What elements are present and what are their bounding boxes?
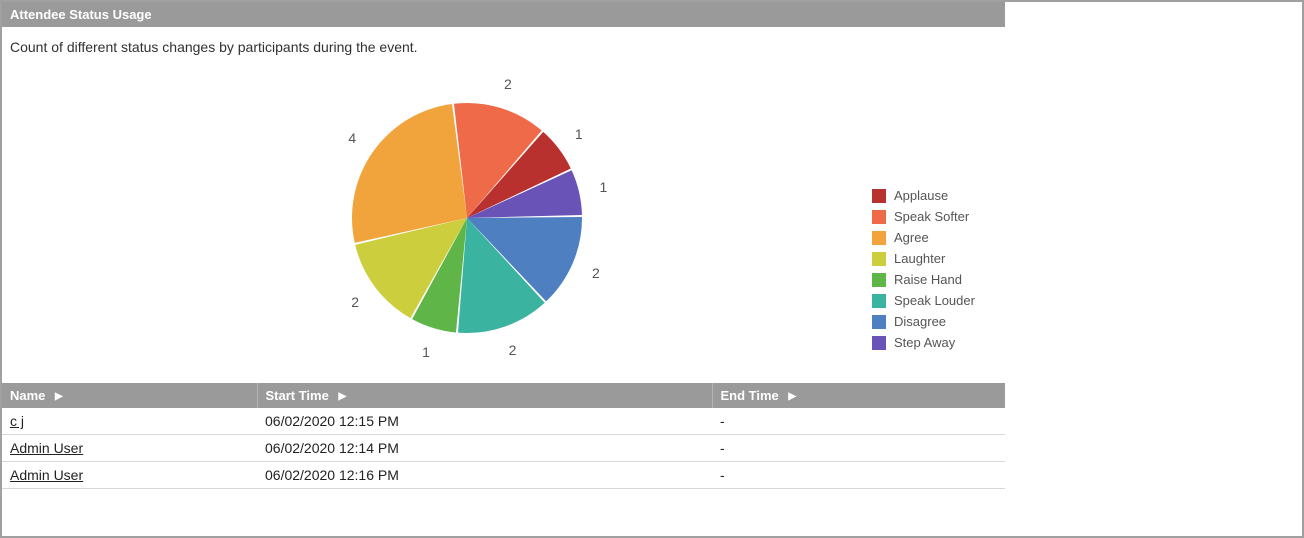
attendee-name-link[interactable]: Admin User [10,440,83,456]
legend-swatch-icon [872,231,886,245]
legend-swatch-icon [872,294,886,308]
legend-label: Disagree [894,314,946,329]
col-start-time[interactable]: Start Time ▶ [257,383,712,408]
pie-slice-label: 1 [575,126,583,142]
end-time-cell: - [712,408,1005,435]
pie-slice [454,103,542,218]
col-name[interactable]: Name ▶ [2,383,257,408]
pie-slice-label: 4 [348,130,356,146]
legend-swatch-icon [872,336,886,350]
legend-label: Laughter [894,251,945,266]
legend-swatch-icon [872,273,886,287]
end-time-cell: - [712,462,1005,489]
legend-label: Step Away [894,335,955,350]
legend-item: Speak Louder [872,293,975,308]
legend-item: Laughter [872,251,975,266]
legend-item: Speak Softer [872,209,975,224]
end-time-cell: - [712,435,1005,462]
pie-slice-label: 2 [509,342,517,358]
legend-label: Speak Louder [894,293,975,308]
table-row: Admin User 06/02/2020 12:14 PM- [2,435,1005,462]
start-time-cell: 06/02/2020 12:14 PM [257,435,712,462]
legend-item: Applause [872,188,975,203]
attendee-name-link[interactable]: Admin User [10,467,83,483]
pie-slice [412,218,467,332]
chart-legend: Applause Speak Softer Agree Laughter Raise H… [872,188,975,350]
legend-item: Step Away [872,335,975,350]
col-end-time[interactable]: End Time ▶ [712,383,1005,408]
pie-slice [467,132,571,218]
pie-chart: 12421221 [332,68,602,368]
legend-item: Agree [872,230,975,245]
legend-swatch-icon [872,210,886,224]
legend-label: Speak Softer [894,209,969,224]
legend-label: Raise Hand [894,272,962,287]
start-time-cell: 06/02/2020 12:16 PM [257,462,712,489]
pie-slice [467,170,582,218]
pie-slice-label: 2 [351,294,359,310]
pie-slice-label: 2 [592,265,600,281]
legend-swatch-icon [872,252,886,266]
pie-slice [467,217,582,301]
legend-swatch-icon [872,189,886,203]
legend-label: Agree [894,230,929,245]
legend-swatch-icon [872,315,886,329]
legend-item: Disagree [872,314,975,329]
start-time-cell: 06/02/2020 12:15 PM [257,408,712,435]
report-frame: Attendee Status Usage Count of different… [0,0,1304,538]
col-name-label: Name [10,388,45,403]
pie-slice-label: 2 [504,76,512,92]
col-end-label: End Time [721,388,779,403]
pie-chart-area: 1 2 4 2 1 2 2 1 Applause Speak Softer Agree Laught… [2,63,1005,383]
col-start-label: Start Time [266,388,329,403]
pie-slice-label: 1 [600,179,608,195]
pie-slice-label: 1 [422,344,430,360]
sort-arrow-icon: ▶ [338,391,346,402]
panel-description: Count of different status changes by par… [2,27,1005,63]
panel-title: Attendee Status Usage [2,2,1005,27]
attendee-table: Name ▶ Start Time ▶ End Time ▶ c j 06/02/… [2,383,1005,489]
table-header-row: Name ▶ Start Time ▶ End Time ▶ [2,383,1005,408]
pie-slice [355,218,467,318]
pie-slice [458,218,545,333]
table-row: c j 06/02/2020 12:15 PM- [2,408,1005,435]
sort-arrow-icon: ▶ [55,391,63,402]
table-row: Admin User 06/02/2020 12:16 PM- [2,462,1005,489]
attendee-name-link[interactable]: c j [10,413,24,429]
legend-item: Raise Hand [872,272,975,287]
pie-slice [352,104,467,243]
legend-label: Applause [894,188,948,203]
attendee-status-panel: Attendee Status Usage Count of different… [2,2,1005,383]
sort-arrow-icon: ▶ [788,391,796,402]
